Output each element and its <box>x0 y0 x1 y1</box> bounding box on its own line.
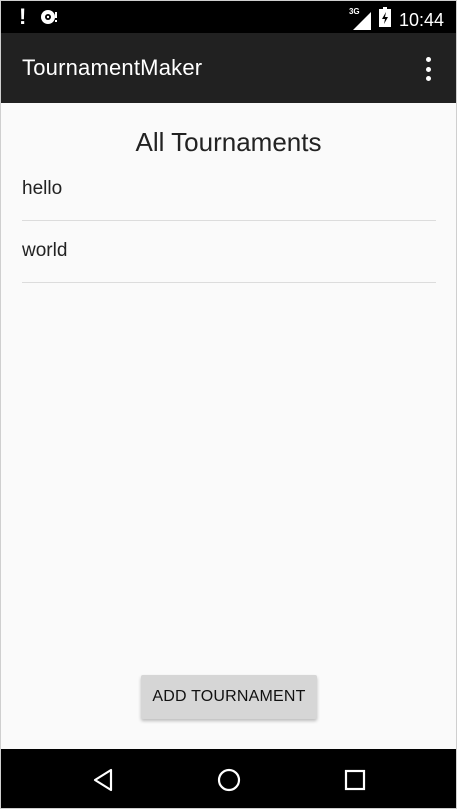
home-icon[interactable] <box>214 765 244 795</box>
status-time: 10:44 <box>398 9 444 30</box>
status-system: 3G 10:44 <box>348 6 444 32</box>
overflow-dot <box>425 66 431 72</box>
overflow-dot <box>425 76 431 81</box>
app-bar: TournamentMaker <box>1 33 456 103</box>
recents-icon[interactable] <box>340 765 370 795</box>
more-vertical-icon[interactable] <box>418 55 438 83</box>
network-type-label: 3G <box>348 6 360 16</box>
signal-icon: 3G <box>348 6 371 30</box>
navigation-bar <box>1 749 456 808</box>
tournament-name: world <box>22 239 68 261</box>
add-tournament-button[interactable]: ADD TOURNAMENT <box>141 675 317 719</box>
tournament-name: hello <box>22 177 63 199</box>
status-notifications: ! <box>19 4 58 29</box>
app-screen: ! 3G 10:44 TournamentMaker All Tournamen… <box>0 0 457 809</box>
main-content: All Tournaments hello world ADD TOURNAME… <box>1 103 456 749</box>
tournament-list-item[interactable]: world <box>22 221 436 283</box>
alert-icon: ! <box>19 4 27 29</box>
page-title: All Tournaments <box>135 127 322 157</box>
battery-icon <box>378 7 391 32</box>
overflow-dot <box>425 57 431 62</box>
notification-icon <box>40 8 58 26</box>
app-title: TournamentMaker <box>22 55 203 80</box>
back-icon[interactable] <box>89 765 119 795</box>
status-bar: ! 3G 10:44 <box>1 1 456 33</box>
tournament-list: hello world <box>22 159 436 283</box>
tournament-list-item[interactable]: hello <box>22 159 436 221</box>
